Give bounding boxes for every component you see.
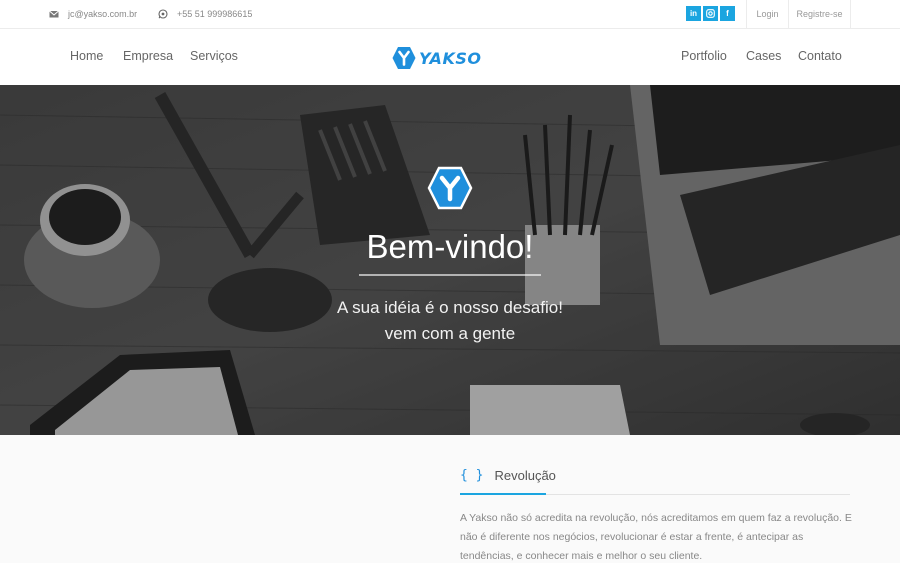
register-link[interactable]: Registre-se — [788, 0, 851, 29]
hero-subtitle-line-1: A sua idéia é o nosso desafio! — [337, 298, 563, 317]
section-accent-bar — [460, 493, 546, 495]
section-heading: { } Revolução — [460, 468, 556, 483]
nav-portfolio[interactable]: Portfolio — [681, 49, 727, 63]
phone-text: +55 51 999986615 — [177, 9, 253, 19]
login-link[interactable]: Login — [746, 0, 788, 29]
whatsapp-icon — [158, 9, 168, 19]
phone-contact[interactable]: +55 51 999986615 — [158, 9, 252, 19]
nav-servicos[interactable]: Serviços — [190, 49, 238, 63]
hero-logo-icon — [427, 166, 473, 210]
account-links: Login Registre-se — [746, 0, 851, 29]
logo[interactable]: YAKSO — [392, 46, 481, 70]
main-nav: Home Empresa Serviços YAKSO Portfolio Ca… — [0, 29, 900, 85]
top-bar: jc@yakso.com.br +55 51 999986615 in f Lo… — [0, 0, 900, 29]
email-contact[interactable]: jc@yakso.com.br — [49, 9, 137, 19]
section-title: Revolução — [494, 468, 556, 483]
hero-divider — [359, 274, 541, 276]
content-section: { } Revolução A Yakso não só acredita na… — [0, 435, 900, 563]
nav-empresa[interactable]: Empresa — [123, 49, 173, 63]
linkedin-icon[interactable]: in — [686, 6, 701, 21]
section-body: A Yakso não só acredita na revolução, nó… — [460, 512, 852, 562]
hero-banner: Bem-vindo! A sua idéia é o nosso desafio… — [0, 85, 900, 435]
nav-home[interactable]: Home — [70, 49, 103, 63]
nav-cases[interactable]: Cases — [746, 49, 781, 63]
hero-title: Bem-vindo! — [366, 228, 534, 265]
hero-subtitle-line-2: vem com a gente — [384, 324, 516, 343]
hero-subtitle: A sua idéia é o nosso desafio! vem com a… — [0, 295, 900, 347]
logo-hexagon-icon — [392, 47, 416, 69]
instagram-glyph — [706, 9, 715, 18]
facebook-icon[interactable]: f — [720, 6, 735, 21]
code-braces-icon: { } — [460, 468, 484, 483]
logo-text: YAKSO — [419, 48, 482, 68]
envelope-icon — [49, 10, 59, 18]
email-text: jc@yakso.com.br — [68, 9, 138, 19]
nav-contato[interactable]: Contato — [798, 49, 842, 63]
social-links: in f — [686, 6, 735, 21]
instagram-icon[interactable] — [703, 6, 718, 21]
